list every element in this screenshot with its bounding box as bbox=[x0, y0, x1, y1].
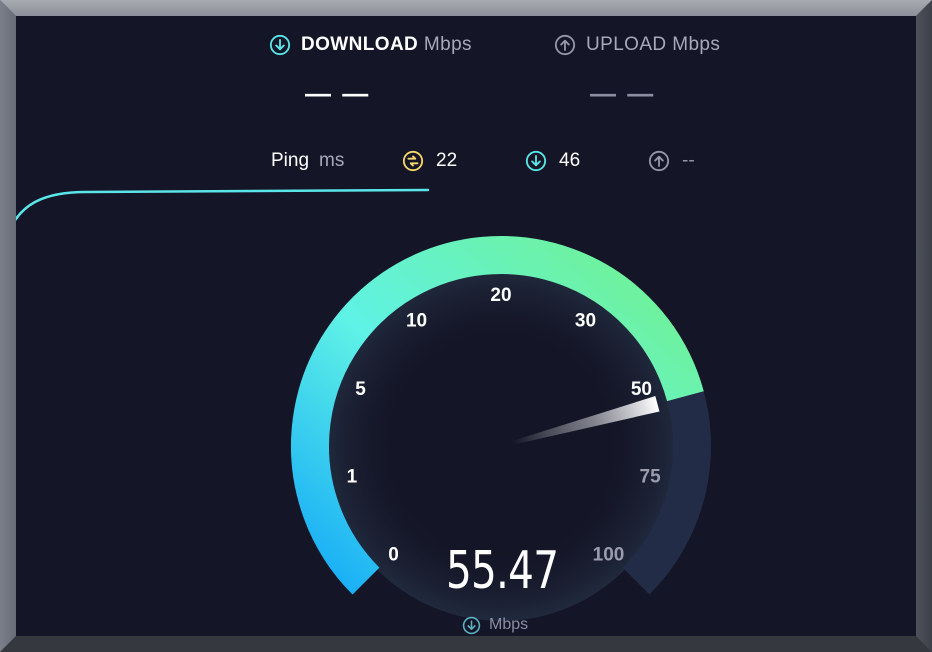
speed-unit: Mbps bbox=[462, 614, 528, 636]
speed-unit-label: Mbps bbox=[489, 616, 529, 633]
gauge-tick-label: 5 bbox=[355, 379, 366, 400]
gauge-tick-label: 75 bbox=[640, 467, 662, 488]
frame-bevel-right bbox=[916, 0, 932, 652]
gauge-tick-label: 1 bbox=[347, 467, 358, 488]
speed-reading: 55.47 bbox=[446, 541, 559, 601]
speedtest-screen: DOWNLOAD Mbps — — UPLOAD Mbps — — Ping m… bbox=[16, 16, 916, 636]
frame-bevel-left bbox=[0, 0, 16, 652]
gauge-tick-label: 20 bbox=[490, 285, 511, 306]
frame-bevel-bottom bbox=[0, 636, 932, 652]
frame-bevel-top bbox=[0, 0, 932, 16]
window-frame: DOWNLOAD Mbps — — UPLOAD Mbps — — Ping m… bbox=[0, 0, 932, 652]
live-speed-graph-line bbox=[16, 188, 430, 222]
gauge-tick-label: 10 bbox=[406, 311, 427, 332]
gauge-tick-label: 30 bbox=[575, 311, 596, 332]
gauge-tick-label: 100 bbox=[593, 544, 625, 565]
gauge-tick-label: 50 bbox=[631, 379, 652, 400]
download-arrow-icon bbox=[462, 616, 481, 634]
gauge-tick-label: 0 bbox=[388, 544, 399, 565]
